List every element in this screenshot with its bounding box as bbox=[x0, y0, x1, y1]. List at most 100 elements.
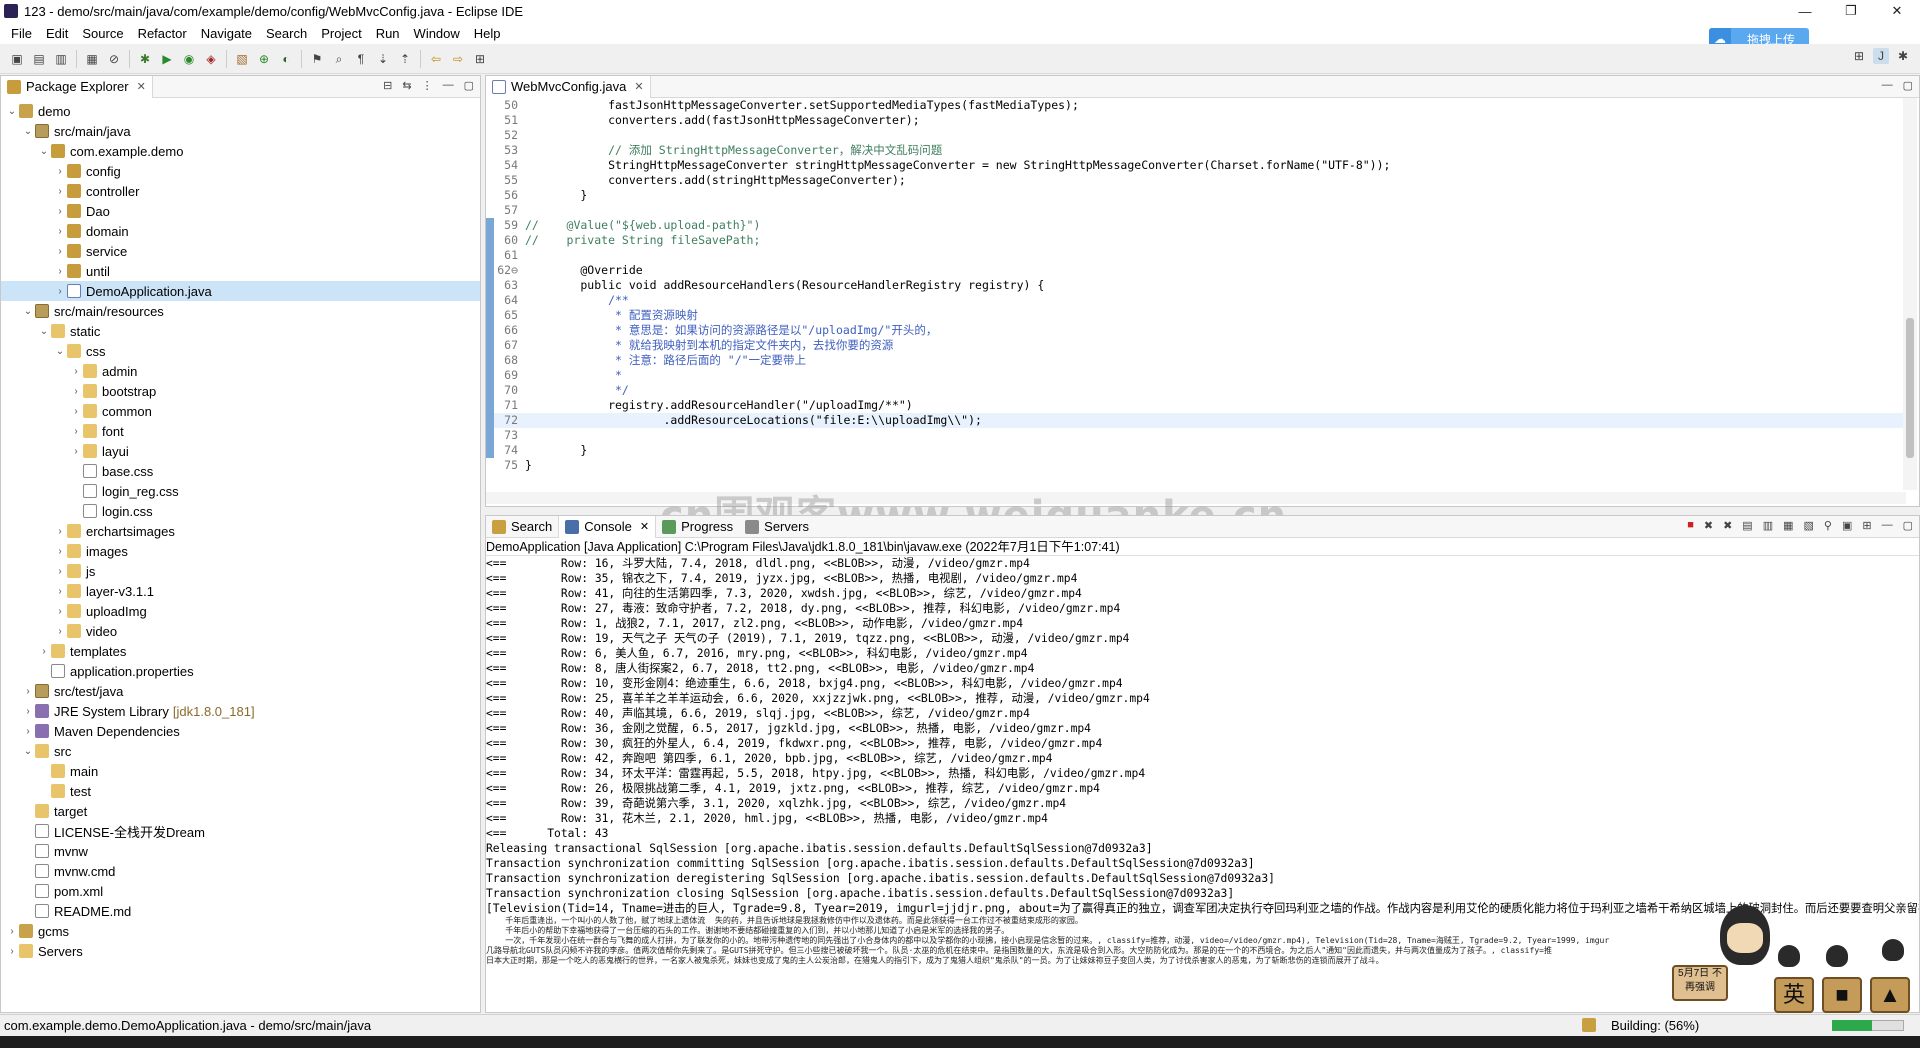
tree-item[interactable]: › bootstrap bbox=[1, 381, 480, 401]
chevron-down-icon[interactable]: ⌄ bbox=[53, 346, 67, 357]
annotation-icon[interactable]: ¶ bbox=[353, 51, 369, 67]
chevron-down-icon[interactable]: ⌄ bbox=[21, 126, 35, 137]
back-icon[interactable]: ⇦ bbox=[428, 51, 444, 67]
tree-item[interactable]: ⌄ css bbox=[1, 341, 480, 361]
menu-help[interactable]: Help bbox=[467, 26, 508, 41]
menu-navigate[interactable]: Navigate bbox=[194, 26, 259, 41]
save-icon[interactable]: ▤ bbox=[31, 51, 47, 67]
chevron-right-icon[interactable]: › bbox=[53, 606, 67, 617]
tree-item[interactable]: › js bbox=[1, 561, 480, 581]
link-editor-icon[interactable]: ⇆ bbox=[402, 79, 411, 92]
ime-skin-key[interactable]: ▲ bbox=[1870, 977, 1910, 1013]
tree-item[interactable]: › admin bbox=[1, 361, 480, 381]
chevron-right-icon[interactable]: › bbox=[21, 686, 35, 697]
chevron-right-icon[interactable]: › bbox=[37, 646, 51, 657]
code-line[interactable]: 67 * 就给我映射到本机的指定文件夹内，去找你要的资源 bbox=[486, 338, 1906, 353]
chevron-right-icon[interactable]: › bbox=[5, 946, 19, 957]
code-line[interactable]: 74 } bbox=[486, 443, 1906, 458]
scroll-lock-icon[interactable]: ▥ bbox=[1763, 519, 1773, 532]
next-annotation-icon[interactable]: ⇣ bbox=[375, 51, 391, 67]
menu-window[interactable]: Window bbox=[407, 26, 467, 41]
new-java-project-icon[interactable]: ▧ bbox=[234, 51, 250, 67]
debug-perspective-icon[interactable]: ✱ bbox=[1895, 48, 1911, 64]
minimize-view-icon[interactable]: — bbox=[1882, 519, 1893, 532]
code-line[interactable]: 75} bbox=[486, 458, 1906, 473]
minimize-view-icon[interactable]: — bbox=[1882, 79, 1893, 92]
close-button[interactable]: ✕ bbox=[1874, 3, 1920, 19]
save-all-icon[interactable]: ▥ bbox=[53, 51, 69, 67]
tree-item[interactable]: › controller bbox=[1, 181, 480, 201]
tree-item[interactable]: › Maven Dependencies bbox=[1, 721, 480, 741]
tree-item[interactable]: › src/test/java bbox=[1, 681, 480, 701]
menu-source[interactable]: Source bbox=[75, 26, 130, 41]
tree-item[interactable]: application.properties bbox=[1, 661, 480, 681]
code-line[interactable]: 59 // @Value("${web.upload-path}") bbox=[486, 218, 1906, 233]
code-line[interactable]: 71 registry.addResourceHandler("/uploadI… bbox=[486, 398, 1906, 413]
new-icon[interactable]: ▣ bbox=[9, 51, 25, 67]
run-icon[interactable]: ▶ bbox=[159, 51, 175, 67]
chevron-down-icon[interactable]: ⌄ bbox=[5, 106, 19, 117]
chevron-right-icon[interactable]: › bbox=[69, 406, 83, 417]
code-line[interactable]: 69 * bbox=[486, 368, 1906, 383]
code-area[interactable]: 50 fastJsonHttpMessageConverter.setSuppo… bbox=[486, 98, 1906, 490]
tree-item[interactable]: › Servers bbox=[1, 941, 480, 961]
ime-punctuation-key[interactable]: ■ bbox=[1822, 977, 1862, 1013]
tab-webmvcconfig[interactable]: WebMvcConfig.java ✕ bbox=[486, 75, 651, 98]
tree-item[interactable]: base.css bbox=[1, 461, 480, 481]
minimize-button[interactable]: — bbox=[1782, 4, 1828, 19]
clear-console-icon[interactable]: ▤ bbox=[1742, 519, 1752, 532]
chevron-right-icon[interactable]: › bbox=[53, 586, 67, 597]
code-line[interactable]: 66 * 意思是：如果访问的资源路径是以"/uploadImg/"开头的， bbox=[486, 323, 1906, 338]
code-line[interactable]: 68 * 注意：路径后面的 "/"一定要带上 bbox=[486, 353, 1906, 368]
chevron-down-icon[interactable]: ⌄ bbox=[21, 306, 35, 317]
tree-item[interactable]: target bbox=[1, 801, 480, 821]
code-line[interactable]: 61 bbox=[486, 248, 1906, 263]
chevron-right-icon[interactable]: › bbox=[69, 386, 83, 397]
tree-item[interactable]: › images bbox=[1, 541, 480, 561]
chevron-right-icon[interactable]: › bbox=[21, 706, 35, 717]
tree-item[interactable]: main bbox=[1, 761, 480, 781]
open-perspective-icon[interactable]: ⊞ bbox=[1851, 48, 1867, 64]
new-package-icon[interactable]: ⊕ bbox=[256, 51, 272, 67]
view-menu-icon[interactable]: ⋮ bbox=[422, 79, 433, 92]
tab-package-explorer[interactable]: Package Explorer ✕ bbox=[1, 75, 153, 98]
menu-edit[interactable]: Edit bbox=[39, 26, 75, 41]
search-icon[interactable]: ⌕ bbox=[331, 51, 347, 67]
tree-item[interactable]: › layui bbox=[1, 441, 480, 461]
code-line[interactable]: 70 */ bbox=[486, 383, 1906, 398]
chevron-right-icon[interactable]: › bbox=[69, 366, 83, 377]
code-line[interactable]: 56 } bbox=[486, 188, 1906, 203]
code-line[interactable]: 50 fastJsonHttpMessageConverter.setSuppo… bbox=[486, 98, 1906, 113]
tree-item[interactable]: mvnw.cmd bbox=[1, 861, 480, 881]
close-icon[interactable]: ✕ bbox=[634, 80, 643, 93]
forward-icon[interactable]: ⇨ bbox=[450, 51, 466, 67]
chevron-right-icon[interactable]: › bbox=[53, 226, 67, 237]
chevron-right-icon[interactable]: › bbox=[21, 726, 35, 737]
tab-progress[interactable]: Progress bbox=[656, 516, 739, 538]
menu-file[interactable]: File bbox=[4, 26, 39, 41]
maximize-view-icon[interactable]: ▢ bbox=[1903, 519, 1913, 532]
remove-launch-icon[interactable]: ✖ bbox=[1704, 519, 1713, 532]
collapse-all-icon[interactable]: ⊟ bbox=[383, 79, 392, 92]
tree-item[interactable]: › domain bbox=[1, 221, 480, 241]
tree-item[interactable]: › Dao bbox=[1, 201, 480, 221]
tree-item[interactable]: login.css bbox=[1, 501, 480, 521]
code-line[interactable]: 54 StringHttpMessageConverter stringHttp… bbox=[486, 158, 1906, 173]
tree-item[interactable]: ⌄ static bbox=[1, 321, 480, 341]
debug-icon[interactable]: ✱ bbox=[137, 51, 153, 67]
close-icon[interactable]: ✕ bbox=[137, 80, 146, 93]
tree-item[interactable]: mvnw bbox=[1, 841, 480, 861]
tree-item[interactable]: ⌄ demo bbox=[1, 101, 480, 121]
code-line[interactable]: 53 // 添加 StringHttpMessageConverter，解决中文… bbox=[486, 143, 1906, 158]
chevron-right-icon[interactable]: › bbox=[53, 186, 67, 197]
code-line[interactable]: 72 .addResourceLocations("file:E:\\uploa… bbox=[486, 413, 1906, 428]
pin-editor-icon[interactable]: ⊞ bbox=[472, 51, 488, 67]
tab-console[interactable]: Console ✕ bbox=[558, 515, 657, 538]
terminal-icon[interactable]: ▦ bbox=[84, 51, 100, 67]
tree-item[interactable]: › templates bbox=[1, 641, 480, 661]
tree-item[interactable]: ⌄ com.example.demo bbox=[1, 141, 480, 161]
menu-run[interactable]: Run bbox=[369, 26, 407, 41]
display-console-icon[interactable]: ▣ bbox=[1842, 519, 1852, 532]
code-line[interactable]: 55 converters.add(stringHttpMessageConve… bbox=[486, 173, 1906, 188]
terminate-icon[interactable]: ■ bbox=[1687, 519, 1694, 532]
